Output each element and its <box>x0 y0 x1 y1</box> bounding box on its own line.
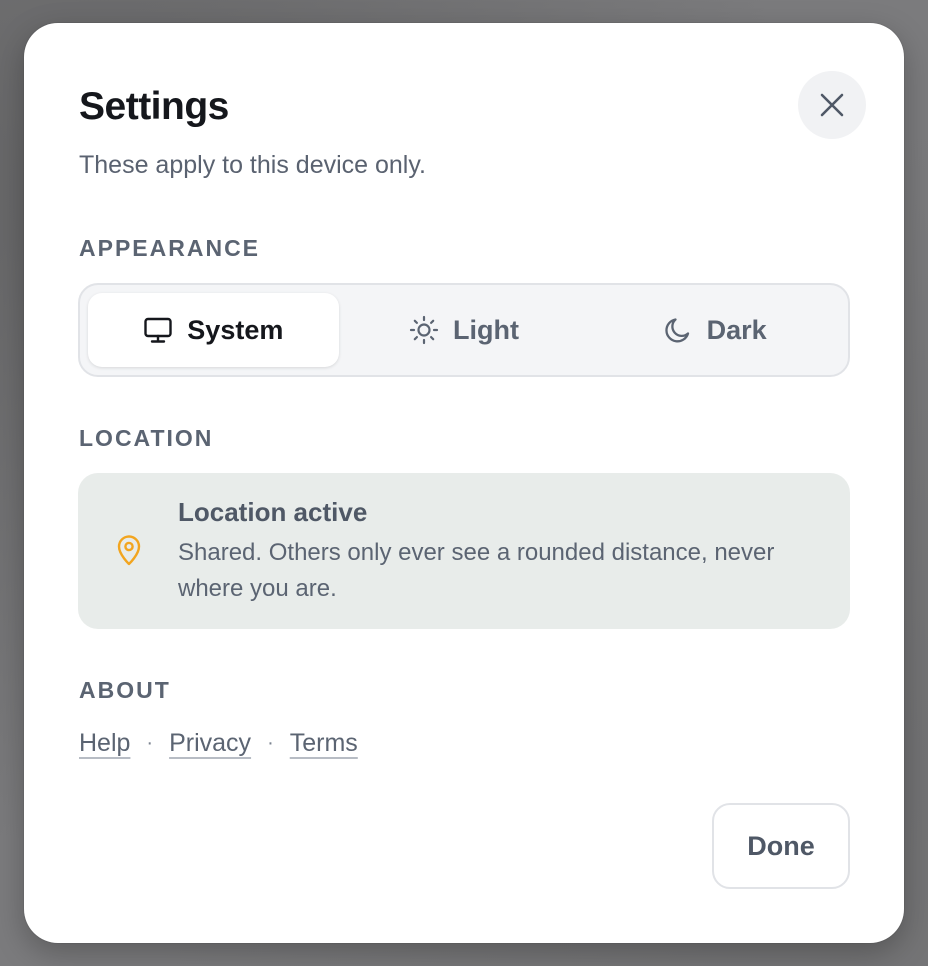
terms-link[interactable]: Terms <box>290 729 358 758</box>
done-button[interactable]: Done <box>712 803 850 889</box>
appearance-option-light[interactable]: Light <box>339 293 590 367</box>
privacy-link[interactable]: Privacy <box>169 729 251 758</box>
close-button[interactable] <box>798 71 866 139</box>
appearance-option-label: Dark <box>706 314 767 345</box>
about-links: Help · Privacy · Terms <box>79 729 358 758</box>
moon-icon <box>665 318 689 343</box>
link-separator: · <box>146 732 154 754</box>
appearance-option-label: Light <box>453 314 519 345</box>
appearance-option-system[interactable]: System <box>88 293 339 367</box>
appearance-option-dark[interactable]: Dark <box>589 293 840 367</box>
sun-icon <box>409 315 439 345</box>
link-separator: · <box>267 732 274 754</box>
map-pin-icon <box>117 535 141 566</box>
location-status-title: Location active <box>178 497 368 527</box>
dialog-subtitle: These apply to this device only. <box>79 151 426 179</box>
location-status-card: Location active Shared. Others only ever… <box>78 473 850 629</box>
help-link[interactable]: Help <box>79 729 130 758</box>
monitor-icon <box>144 317 172 343</box>
appearance-section-label: APPEARANCE <box>79 235 261 261</box>
location-status-description: Shared. Others only ever see a rounded d… <box>178 539 775 602</box>
appearance-option-label: System <box>187 314 284 345</box>
close-icon <box>820 93 844 117</box>
dialog-title: Settings <box>79 85 229 128</box>
settings-dialog: Settings These apply to this device only… <box>24 23 904 943</box>
location-section-label: LOCATION <box>79 425 214 451</box>
appearance-segmented-control: System Light Dark <box>78 283 850 377</box>
about-section-label: ABOUT <box>79 677 171 703</box>
